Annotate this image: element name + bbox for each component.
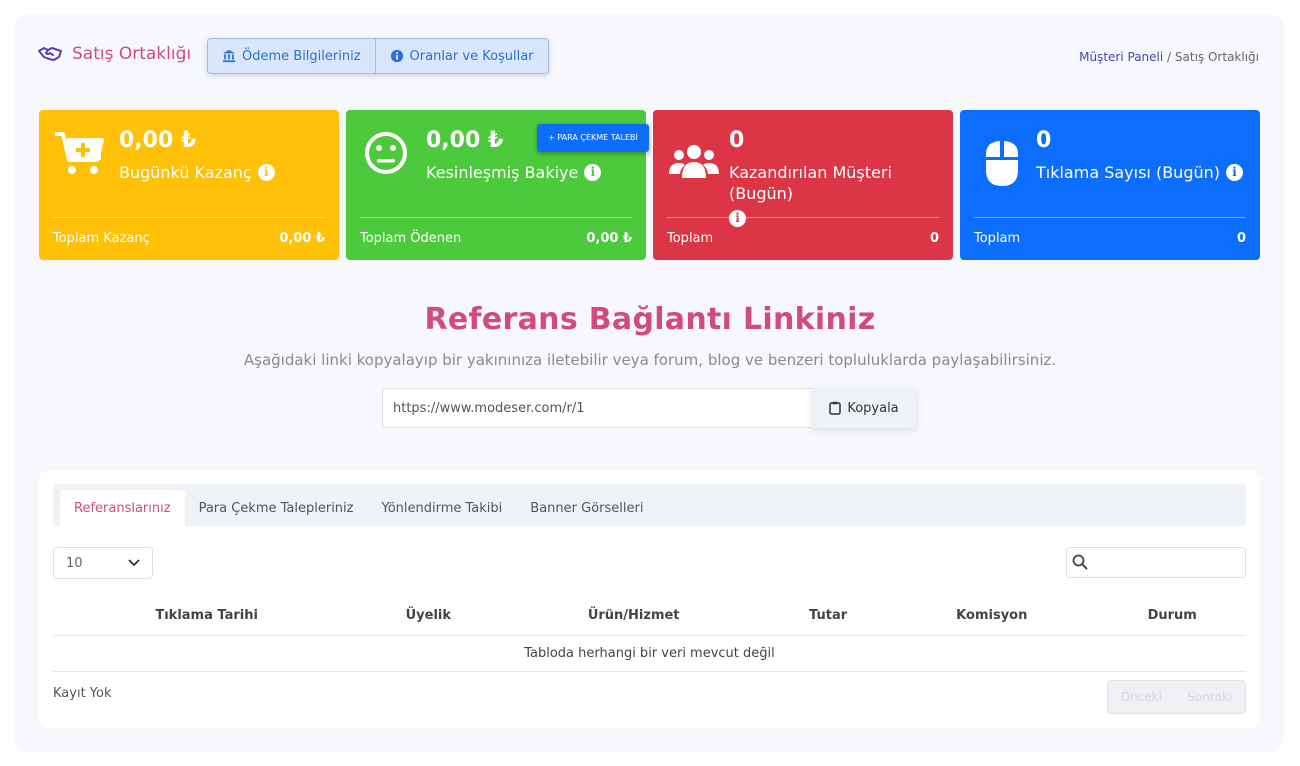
card-value: 0 — [1036, 128, 1052, 153]
card-label: Kesinleşmiş Bakiye i — [426, 162, 636, 183]
withdraw-request-button[interactable]: + PARA ÇEKME TALEBİ — [537, 124, 649, 152]
page-title: Satış Ortaklığı — [38, 44, 191, 64]
card-label-text: Kesinleşmiş Bakiye — [426, 163, 579, 182]
card-todays-earnings: 0,00 ₺ Bugünkü Kazanç i Toplam Kazanç 0,… — [39, 110, 339, 260]
bank-icon — [222, 49, 236, 63]
users-icon — [669, 145, 719, 178]
breadcrumb-current: Satış Ortaklığı — [1174, 50, 1259, 64]
card-footer-label: Toplam — [667, 231, 714, 246]
card-divider — [667, 217, 939, 218]
table-search-input[interactable] — [1066, 547, 1246, 578]
chevron-down-icon — [128, 559, 140, 567]
card-footer: Toplam 0 — [974, 231, 1246, 246]
handshake-icon — [38, 47, 62, 61]
column-header[interactable]: Durum — [1098, 597, 1246, 636]
tab-referrals[interactable]: Referanslarınız — [60, 490, 185, 526]
card-value: 0,00 ₺ — [119, 128, 197, 153]
tab-redirect-tracking[interactable]: Yönlendirme Takibi — [367, 490, 516, 526]
pagination: Önceki Sonraki — [1107, 680, 1246, 714]
page-title-text: Satış Ortaklığı — [72, 44, 192, 64]
payment-info-label: Ödeme Bilgileriniz — [242, 48, 361, 64]
breadcrumb: Müşteri Paneli / Satış Ortaklığı — [1079, 50, 1259, 64]
card-divider — [53, 217, 325, 218]
card-footer-label: Toplam Ödenen — [360, 231, 462, 246]
tab-bar: Referanslarınız Para Çekme Talepleriniz … — [53, 484, 1246, 526]
breadcrumb-separator: / — [1167, 50, 1172, 64]
copy-button[interactable]: Kopyala — [812, 388, 916, 428]
referral-subtitle: Aşağıdaki linki kopyalayıp bir yakınınız… — [243, 351, 1057, 369]
cart-plus-icon — [55, 132, 104, 174]
meh-face-icon — [365, 132, 407, 174]
column-header[interactable]: Üyelik — [360, 597, 497, 636]
next-page-button[interactable]: Sonraki — [1187, 690, 1232, 704]
card-label-text: Tıklama Sayısı (Bugün) — [1036, 163, 1220, 182]
card-click-count: 0 Tıklama Sayısı (Bugün) i Toplam 0 — [960, 110, 1260, 260]
terms-button[interactable]: Oranlar ve Koşullar — [374, 39, 548, 73]
column-header[interactable]: Ürün/Hizmet — [496, 597, 772, 636]
search-icon — [1072, 554, 1088, 570]
card-value: 0 — [729, 128, 745, 153]
card-label-text: Kazandırılan Müşteri (Bugün) — [729, 163, 892, 203]
card-footer: Toplam Kazanç 0,00 ₺ — [53, 231, 325, 246]
card-footer-value: 0 — [929, 231, 939, 246]
page-length-select[interactable]: 10 — [53, 547, 153, 579]
mouse-icon — [986, 141, 1018, 186]
table-info: Kayıt Yok — [53, 686, 112, 701]
referral-link-input[interactable] — [382, 388, 812, 428]
card-divider — [360, 217, 632, 218]
info-icon[interactable]: i — [1226, 164, 1243, 181]
card-footer-label: Toplam Kazanç — [53, 231, 150, 246]
column-header[interactable]: Tıklama Tarihi — [53, 597, 361, 636]
card-footer-value: 0 — [1236, 231, 1246, 246]
empty-table-message: Tabloda herhangi bir veri mevcut değil — [53, 635, 1246, 672]
page-length-value: 10 — [66, 555, 83, 571]
card-footer-value: 0,00 ₺ — [279, 231, 325, 246]
referrals-table: Tıklama Tarihi Üyelik Ürün/Hizmet Tutar … — [53, 597, 1246, 672]
breadcrumb-customer-panel[interactable]: Müşteri Paneli — [1079, 50, 1163, 64]
clipboard-icon — [829, 401, 842, 415]
tab-withdraw-requests[interactable]: Para Çekme Talepleriniz — [185, 490, 368, 526]
card-footer: Toplam Ödenen 0,00 ₺ — [360, 231, 632, 246]
card-label: Bugünkü Kazanç i — [119, 162, 329, 183]
copy-button-label: Kopyala — [847, 400, 899, 416]
card-footer-value: 0,00 ₺ — [586, 231, 632, 246]
card-divider — [974, 217, 1246, 218]
card-value: 0,00 ₺ — [426, 128, 504, 153]
table-header-row: Tıklama Tarihi Üyelik Ürün/Hizmet Tutar … — [53, 597, 1246, 636]
payment-info-button[interactable]: Ödeme Bilgileriniz — [208, 39, 375, 73]
card-footer-label: Toplam — [974, 231, 1021, 246]
header-button-group: Ödeme Bilgileriniz Oranlar ve Koşullar — [207, 38, 549, 74]
tab-banner-images[interactable]: Banner Görselleri — [516, 490, 657, 526]
card-customers-gained: 0 Kazandırılan Müşteri (Bugün) i Toplam … — [653, 110, 953, 260]
info-circle-icon — [390, 49, 403, 63]
table-row: Tabloda herhangi bir veri mevcut değil — [53, 635, 1246, 672]
info-icon[interactable]: i — [729, 210, 746, 227]
info-icon[interactable]: i — [257, 164, 275, 181]
card-footer: Toplam 0 — [667, 231, 939, 246]
card-label-text: Bugünkü Kazanç — [119, 163, 252, 182]
info-icon[interactable]: i — [584, 164, 602, 181]
referral-title: Referans Bağlantı Linkiniz — [424, 302, 876, 337]
column-header[interactable]: Komisyon — [885, 597, 1099, 636]
previous-page-button[interactable]: Önceki — [1121, 690, 1162, 704]
card-label: Tıklama Sayısı (Bugün) i — [1036, 162, 1246, 183]
column-header[interactable]: Tutar — [771, 597, 886, 636]
terms-label: Oranlar ve Koşullar — [409, 48, 534, 64]
